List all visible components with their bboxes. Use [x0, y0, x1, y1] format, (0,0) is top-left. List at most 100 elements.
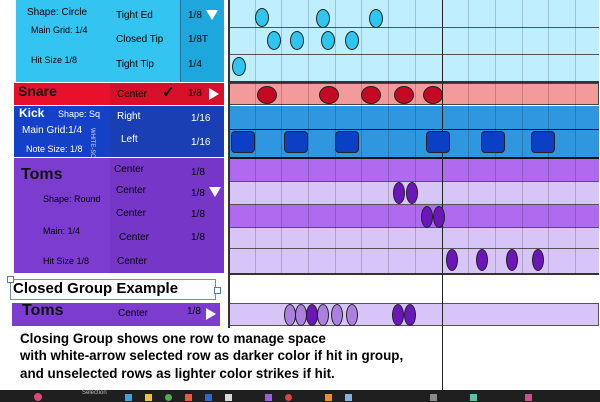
toms-note[interactable] — [406, 182, 418, 204]
toms-note[interactable] — [532, 249, 544, 271]
closed-toms-note[interactable] — [404, 304, 416, 326]
toms-lane[interactable] — [228, 159, 599, 182]
grid-line — [415, 0, 416, 273]
grid-line — [522, 0, 523, 273]
toms-note[interactable] — [393, 182, 405, 204]
kick-note[interactable] — [231, 131, 255, 153]
hat-lane[interactable] — [228, 0, 599, 28]
hat-note[interactable] — [369, 9, 383, 28]
kick-note-label: Note Size: 1/8 — [26, 144, 83, 154]
snare-note[interactable] — [319, 86, 339, 104]
hat-row-value[interactable]: 1/8 — [188, 10, 202, 21]
taskbar-app-icon[interactable] — [525, 394, 532, 401]
closed-toms-note[interactable] — [317, 304, 329, 326]
taskbar-app-icon[interactable] — [470, 394, 477, 401]
hat-note[interactable] — [290, 31, 304, 50]
taskbar-app-icon[interactable] — [265, 394, 272, 401]
closed-toms-row-name[interactable]: Center — [118, 308, 148, 319]
toms-note[interactable] — [506, 249, 518, 271]
snare-arrow-icon[interactable] — [209, 88, 219, 100]
closed-toms-note[interactable] — [392, 304, 404, 326]
hat-row-name[interactable]: Closed Tip — [116, 34, 163, 45]
kick-lane[interactable] — [228, 106, 599, 130]
snare-note[interactable] — [257, 86, 277, 104]
toms-lane[interactable] — [228, 228, 599, 249]
hat-note[interactable] — [232, 57, 246, 76]
closed-toms-note[interactable] — [346, 304, 358, 326]
kick-row-value[interactable]: 1/16 — [191, 137, 210, 148]
kick-note[interactable] — [335, 131, 359, 153]
hat-lane[interactable] — [228, 28, 599, 55]
toms-row-name[interactable]: Center — [117, 256, 147, 267]
taskbar-app-icon[interactable] — [145, 394, 152, 401]
taskbar-app-icon[interactable] — [225, 394, 232, 401]
toms-row-value[interactable]: 1/8 — [191, 188, 205, 199]
snare-note[interactable] — [394, 86, 414, 104]
hat-shape-label: Shape: Circle — [27, 7, 88, 18]
toms-shape-label: Shape: Round — [43, 194, 101, 204]
taskbar-app-icon[interactable] — [125, 394, 132, 401]
kick-note[interactable] — [481, 131, 505, 153]
toms-note[interactable] — [476, 249, 488, 271]
snare-title: Snare — [18, 83, 57, 99]
toms-lane[interactable] — [228, 205, 599, 228]
hat-row-value[interactable]: 1/8T — [188, 34, 208, 45]
hat-grid-label: Main Grid: 1/4 — [31, 25, 88, 35]
hat-note[interactable] — [321, 31, 335, 50]
toms-selected-arrow-icon[interactable] — [209, 187, 221, 197]
kick-note[interactable] — [284, 131, 308, 153]
hat-note[interactable] — [316, 9, 330, 28]
toms-note[interactable] — [446, 249, 458, 271]
taskbar-app-icon[interactable] — [325, 394, 332, 401]
taskbar-app-icon[interactable] — [345, 394, 352, 401]
toms-row-value[interactable]: 1/8 — [191, 232, 205, 243]
taskbar-app-icon[interactable] — [165, 394, 172, 401]
hat-hit-label: Hit Size 1/8 — [31, 55, 78, 65]
kick-row-name[interactable]: Left — [121, 134, 138, 145]
closed-toms-arrow-icon[interactable] — [206, 308, 216, 320]
hat-note[interactable] — [267, 31, 281, 50]
kick-row-value[interactable]: 1/16 — [191, 113, 210, 124]
note-grid[interactable] — [228, 0, 599, 390]
grid-line — [228, 0, 230, 328]
toms-row-name[interactable]: Center — [119, 232, 149, 243]
toms-row-value[interactable]: 1/8 — [191, 167, 205, 178]
taskbar-app-icon[interactable] — [285, 394, 292, 401]
hat-selected-arrow-icon[interactable] — [206, 10, 218, 20]
taskbar-app-icon[interactable] — [185, 394, 192, 401]
hat-row-value[interactable]: 1/4 — [188, 59, 202, 70]
hat-lane[interactable] — [228, 55, 599, 83]
grid-line — [575, 0, 576, 273]
kick-note[interactable] — [531, 131, 555, 153]
hat-note[interactable] — [255, 8, 269, 27]
toms-row-value[interactable]: 1/8 — [191, 209, 205, 220]
grid-line — [308, 0, 309, 273]
kick-note[interactable] — [426, 131, 450, 153]
grid-line — [468, 0, 469, 273]
snare-note[interactable] — [361, 86, 381, 104]
hat-row-name[interactable]: Tight Tip — [116, 59, 154, 70]
closed-example-title: Closed Group Example — [13, 280, 179, 297]
kick-row-name[interactable]: Right — [117, 111, 140, 122]
taskbar-app-icon[interactable] — [205, 394, 212, 401]
snare-row-name[interactable]: Center — [117, 89, 147, 100]
toms-row-name[interactable]: Center — [114, 164, 144, 175]
start-icon[interactable] — [34, 393, 42, 401]
kick-shape-label: Shape: Sq — [58, 109, 101, 119]
snare-row-value[interactable]: 1/8 — [188, 88, 202, 99]
hat-note[interactable] — [345, 31, 359, 50]
toms-main-label: Main: 1/4 — [43, 226, 81, 236]
taskbar-app-icon[interactable] — [430, 394, 437, 401]
toms-row-name[interactable]: Center — [116, 185, 146, 196]
toms-row-name[interactable]: Center — [116, 208, 146, 219]
toms-note[interactable] — [421, 206, 433, 228]
hat-row-name[interactable]: Tight Ed — [116, 10, 153, 21]
closed-toms-row-value[interactable]: 1/8 — [187, 306, 201, 317]
snare-note[interactable] — [423, 86, 443, 104]
grid-line — [281, 0, 282, 273]
resize-handle-icon[interactable] — [214, 287, 221, 294]
toms-note[interactable] — [433, 206, 445, 228]
resize-handle-icon[interactable] — [7, 276, 14, 283]
closed-toms-note[interactable] — [331, 304, 343, 326]
grid-line — [361, 0, 362, 273]
